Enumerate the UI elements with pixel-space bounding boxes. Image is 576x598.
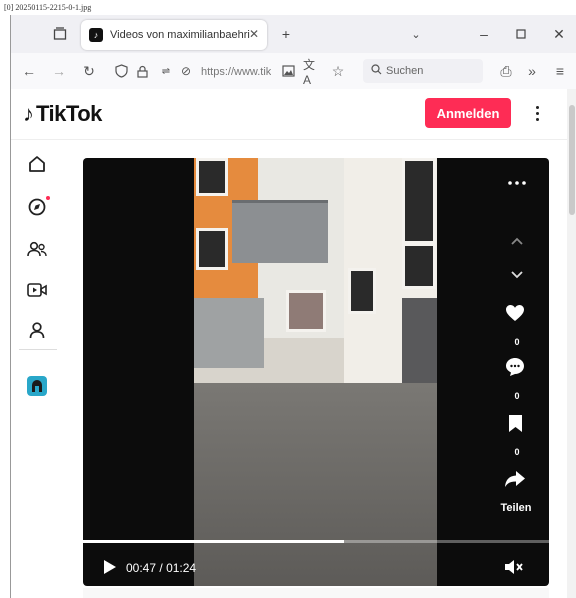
permissions-icon[interactable]: ⇌ <box>157 61 175 81</box>
explore-icon[interactable] <box>24 194 50 220</box>
bookmark-count: 0 <box>514 447 520 457</box>
tab-bar: ♪ Videos von maximilianbaehring ✕ + ⌄ – … <box>11 15 576 53</box>
translate-icon[interactable]: 文A <box>303 58 321 87</box>
video-progress-fill <box>83 540 344 543</box>
duration: 01:24 <box>166 561 197 575</box>
tiktok-favicon-icon: ♪ <box>89 28 103 42</box>
login-button[interactable]: Anmelden <box>425 98 511 128</box>
video-more-icon[interactable] <box>505 178 529 188</box>
play-icon[interactable] <box>101 558 119 576</box>
video-player[interactable]: 0 0 0 Teilen 00:47 / 01:24 <box>83 158 549 586</box>
lock-icon[interactable] <box>133 61 151 81</box>
tiktok-header: ♪ TikTok Anmelden <box>11 89 567 140</box>
bookmark-icon[interactable] <box>504 412 526 434</box>
sidebar <box>11 139 65 598</box>
share-icon[interactable] <box>503 468 527 490</box>
url-field[interactable]: https://www.tik <box>201 66 271 78</box>
tab-title: Videos von maximilianbaehring <box>110 29 250 41</box>
picture-icon[interactable] <box>279 61 297 81</box>
search-placeholder: Suchen <box>386 65 424 77</box>
home-icon[interactable] <box>24 151 50 177</box>
comment-count: 0 <box>514 391 520 401</box>
video-time: 00:47 / 01:24 <box>126 561 196 575</box>
more-options-icon[interactable] <box>529 101 545 125</box>
avatar[interactable] <box>24 373 50 399</box>
search-field[interactable]: Suchen <box>363 59 483 83</box>
tab-overview-icon[interactable] <box>49 23 71 45</box>
tracking-shield-icon[interactable] <box>111 61 131 81</box>
tiktok-note-icon: ♪ <box>23 101 34 126</box>
following-icon[interactable] <box>24 236 50 262</box>
overflow-chevron-icon[interactable]: » <box>523 61 541 81</box>
comment-icon[interactable] <box>503 356 527 378</box>
heart-icon[interactable] <box>503 302 527 324</box>
below-video-area <box>83 588 549 598</box>
window-close-icon[interactable]: ✕ <box>548 23 570 45</box>
navigation-bar: ← → ↻ ⇌ ⊘ https://www.tik 文A ☆ Suchen ⎙ … <box>11 53 576 90</box>
new-tab-icon[interactable]: + <box>275 23 297 45</box>
close-icon[interactable]: ✕ <box>249 27 259 41</box>
video-progress-bar[interactable] <box>83 540 549 543</box>
chevron-up-icon[interactable] <box>507 234 527 248</box>
mute-icon[interactable] <box>503 557 525 577</box>
notification-dot <box>46 196 50 200</box>
menu-icon[interactable]: ≡ <box>551 61 569 81</box>
tiktok-logo[interactable]: ♪ TikTok <box>23 101 102 127</box>
browser-window: ♪ Videos von maximilianbaehring ✕ + ⌄ – … <box>10 15 576 598</box>
scrollbar-thumb[interactable] <box>569 105 575 215</box>
chevron-down-icon[interactable]: ⌄ <box>405 23 427 45</box>
image-caption: [0] 20250115-2215-0-1.jpg <box>4 3 92 12</box>
maximize-icon[interactable] <box>510 23 532 45</box>
bookmark-star-icon[interactable]: ☆ <box>329 61 347 81</box>
minimize-icon[interactable]: – <box>473 23 495 45</box>
tab-tiktok[interactable]: ♪ Videos von maximilianbaehring ✕ <box>81 20 267 50</box>
live-icon[interactable] <box>24 277 50 303</box>
time-separator: / <box>159 561 163 575</box>
search-icon <box>371 64 382 78</box>
autoplay-blocked-icon[interactable]: ⊘ <box>177 61 195 81</box>
share-label: Teilen <box>500 502 532 514</box>
forward-icon[interactable]: → <box>49 61 69 81</box>
sidebar-divider <box>19 349 57 350</box>
extensions-icon[interactable]: ⎙ <box>497 61 515 81</box>
back-icon[interactable]: ← <box>19 61 39 81</box>
tiktok-logo-text: TikTok <box>36 101 102 126</box>
chevron-down-icon[interactable] <box>507 268 527 282</box>
reload-icon[interactable]: ↻ <box>79 61 99 81</box>
video-frame <box>194 158 437 586</box>
like-count: 0 <box>514 337 520 347</box>
current-time: 00:47 <box>126 561 157 575</box>
profile-icon[interactable] <box>24 317 50 343</box>
